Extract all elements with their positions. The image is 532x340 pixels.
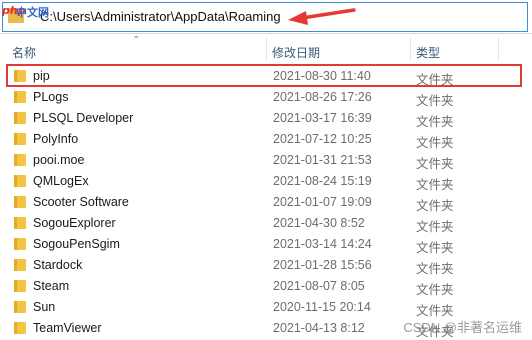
folder-icon (14, 322, 26, 334)
folder-icon (14, 154, 26, 166)
column-type[interactable]: 类型 (416, 44, 440, 61)
file-name: SogouPenSgim (33, 237, 120, 251)
folder-icon (14, 259, 26, 271)
file-name: SogouExplorer (33, 216, 116, 230)
file-name: Scooter Software (33, 195, 129, 209)
folder-icon (14, 91, 26, 103)
file-name: QMLogEx (33, 174, 89, 188)
php-logo-cn: 中文网 (16, 6, 49, 19)
folder-icon (14, 196, 26, 208)
file-name: Sun (33, 300, 56, 314)
file-modified: 2021-03-14 14:24 (273, 237, 372, 251)
file-modified: 2021-08-07 8:05 (273, 279, 365, 293)
file-name: PolyInfo (33, 132, 79, 146)
column-divider[interactable] (498, 38, 499, 60)
column-divider[interactable] (410, 38, 411, 60)
list-item[interactable]: Stardock 2021-01-28 15:56 文件夹 (0, 254, 532, 276)
list-item[interactable]: Sun 2020-11-15 20:14 文件夹 (0, 296, 532, 318)
folder-icon (14, 70, 26, 82)
file-modified: 2021-01-07 19:09 (273, 195, 372, 209)
file-modified: 2021-04-13 8:12 (273, 321, 365, 335)
column-modified[interactable]: 修改日期 (272, 44, 320, 61)
list-item[interactable]: PLogs 2021-08-26 17:26 文件夹 (0, 86, 532, 108)
list-item[interactable]: pip 2021-08-30 11:40 文件夹 (0, 65, 532, 87)
folder-icon (14, 238, 26, 250)
sort-up-icon: ⌃ (132, 35, 141, 46)
list-item[interactable]: QMLogEx 2021-08-24 15:19 文件夹 (0, 170, 532, 192)
list-item[interactable]: PolyInfo 2021-07-12 10:25 文件夹 (0, 128, 532, 150)
file-name: PLogs (33, 90, 69, 104)
folder-icon (14, 133, 26, 145)
list-item[interactable]: SogouExplorer 2021-04-30 8:52 文件夹 (0, 212, 532, 234)
folder-icon (14, 301, 26, 313)
file-name: Steam (33, 279, 70, 293)
php-logo: php 中文网 (0, 0, 49, 26)
list-item[interactable]: Scooter Software 2021-01-07 19:09 文件夹 (0, 191, 532, 213)
file-modified: 2020-11-15 20:14 (273, 300, 371, 314)
file-modified: 2021-08-30 11:40 (273, 69, 371, 83)
list-item[interactable]: Steam 2021-08-07 8:05 文件夹 (0, 275, 532, 297)
folder-icon (14, 217, 26, 229)
list-item[interactable]: PLSQL Developer 2021-03-17 16:39 文件夹 (0, 107, 532, 129)
folder-icon (14, 280, 26, 292)
file-name: pip (33, 69, 50, 83)
file-modified: 2021-08-24 15:19 (273, 174, 372, 188)
column-divider[interactable] (266, 38, 267, 60)
file-name: PLSQL Developer (33, 111, 134, 125)
file-modified: 2021-07-12 10:25 (273, 132, 372, 146)
address-path[interactable]: C:\Users\Administrator\AppData\Roaming (40, 9, 281, 24)
column-header: ⌃ 名称 修改日期 类型 (0, 34, 532, 64)
file-modified: 2021-04-30 8:52 (273, 216, 365, 230)
folder-icon (14, 112, 26, 124)
list-item[interactable]: pooi.moe 2021-01-31 21:53 文件夹 (0, 149, 532, 171)
folder-icon (14, 175, 26, 187)
column-name[interactable]: 名称 (12, 44, 36, 61)
file-modified: 2021-01-31 21:53 (273, 153, 372, 167)
csdn-watermark: CSDN @非著名运维 (403, 320, 522, 335)
file-modified: 2021-01-28 15:56 (273, 258, 372, 272)
red-arrow-icon (288, 8, 356, 25)
file-modified: 2021-03-17 16:39 (273, 111, 372, 125)
file-modified: 2021-08-26 17:26 (273, 90, 372, 104)
list-item[interactable]: SogouPenSgim 2021-03-14 14:24 文件夹 (0, 233, 532, 255)
address-bar: C:\Users\Administrator\AppData\Roaming p… (0, 0, 532, 34)
file-name: TeamViewer (33, 321, 102, 335)
address-field[interactable]: C:\Users\Administrator\AppData\Roaming (2, 2, 528, 32)
file-name: pooi.moe (33, 153, 85, 167)
file-name: Stardock (33, 258, 83, 272)
